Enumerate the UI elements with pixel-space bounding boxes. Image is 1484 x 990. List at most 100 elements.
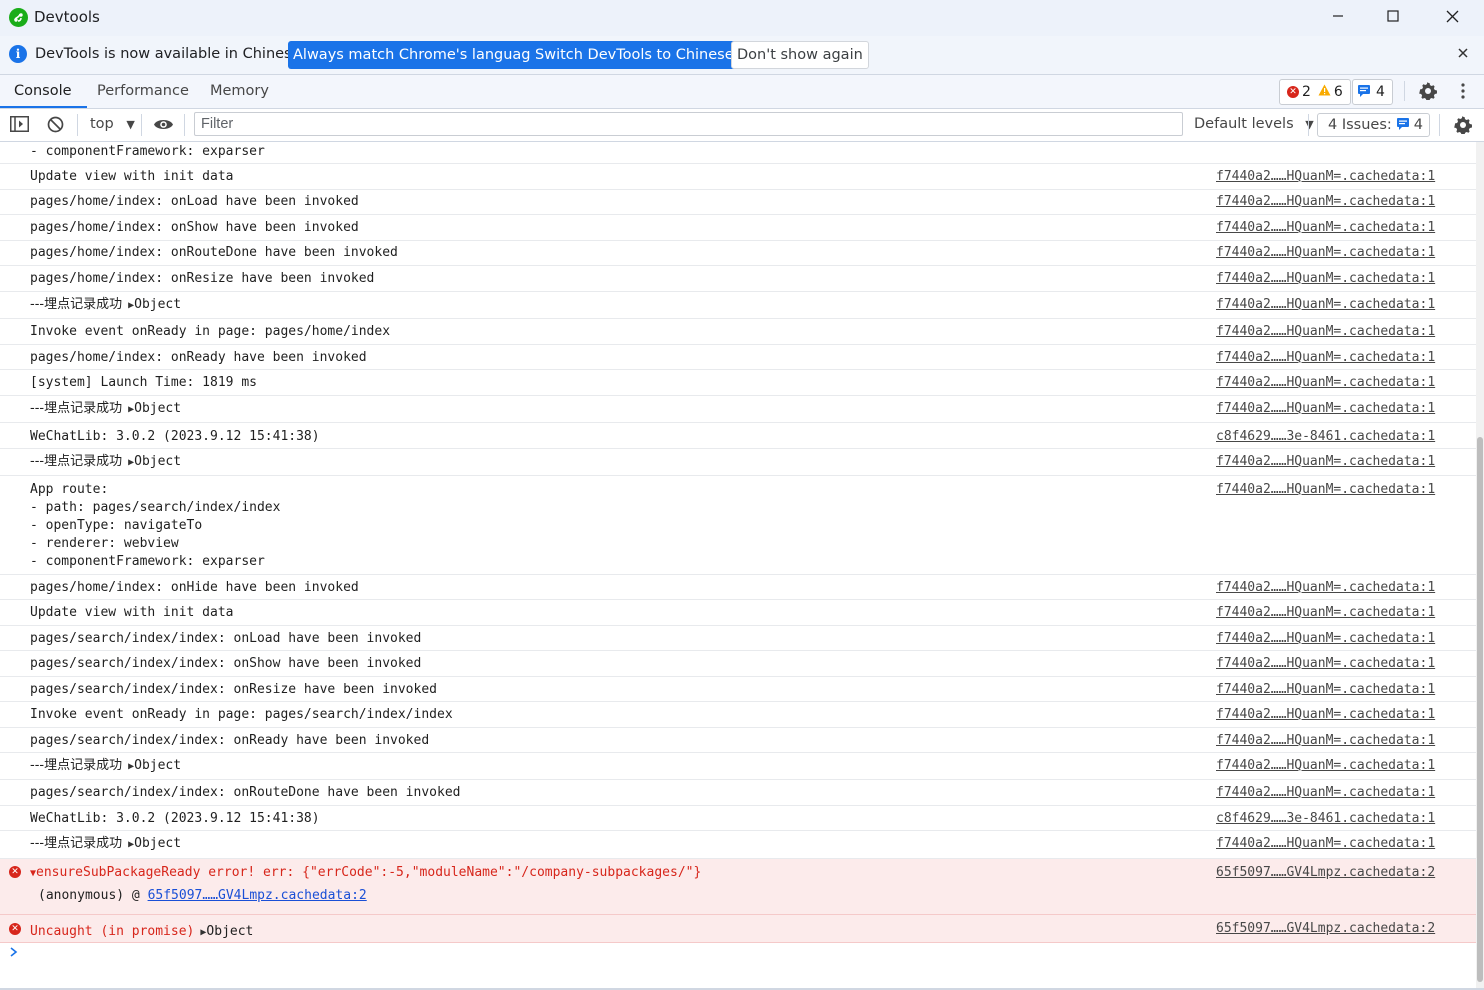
log-row[interactable]: pages/home/index: onHide have been invok… bbox=[0, 575, 1476, 600]
log-row[interactable]: - componentFramework: exparser bbox=[0, 142, 1476, 164]
expand-triangle-icon[interactable]: ▶ bbox=[122, 300, 134, 311]
log-row[interactable]: Invoke event onReady in page: pages/home… bbox=[0, 319, 1476, 345]
log-levels-dropdown[interactable]: Default levels ▼ bbox=[1194, 116, 1314, 132]
object-preview[interactable]: Object bbox=[134, 836, 181, 851]
messages-counter[interactable]: 4 bbox=[1352, 79, 1393, 105]
info-icon: i bbox=[9, 45, 27, 63]
minimize-button[interactable] bbox=[1310, 0, 1366, 36]
source-link[interactable]: f7440a2……HQuanM=.cachedata:1 bbox=[1216, 219, 1435, 237]
object-preview[interactable]: Object bbox=[134, 401, 181, 416]
source-link[interactable]: f7440a2……HQuanM=.cachedata:1 bbox=[1216, 732, 1435, 750]
log-row[interactable]: Update view with init data f7440a2……HQuan… bbox=[0, 164, 1476, 190]
console-prompt[interactable] bbox=[10, 945, 18, 961]
log-row[interactable]: pages/search/index/index: onShow have be… bbox=[0, 651, 1476, 677]
source-link[interactable]: c8f4629……3e-8461.cachedata:1 bbox=[1216, 428, 1435, 446]
log-row[interactable]: ---埋点记录成功 ▶Object f7440a2……HQuanM=.cached… bbox=[0, 449, 1476, 476]
log-row[interactable]: pages/search/index/index: onRouteDone ha… bbox=[0, 780, 1476, 806]
issues-button[interactable]: 4 Issues: 4 bbox=[1317, 113, 1431, 137]
log-row[interactable]: pages/home/index: onLoad have been invok… bbox=[0, 190, 1476, 215]
source-link[interactable]: f7440a2……HQuanM=.cachedata:1 bbox=[1216, 757, 1435, 775]
issues-label: 4 Issues: bbox=[1328, 117, 1392, 133]
always-match-language-button[interactable]: Always match Chrome's language bbox=[288, 41, 545, 69]
log-row[interactable]: pages/search/index/index: onReady have b… bbox=[0, 728, 1476, 753]
maximize-button[interactable] bbox=[1365, 0, 1421, 36]
expand-triangle-icon[interactable]: ▶ bbox=[122, 839, 134, 850]
log-row[interactable]: pages/home/index: onResize have been inv… bbox=[0, 266, 1476, 292]
source-link[interactable]: f7440a2……HQuanM=.cachedata:1 bbox=[1216, 270, 1435, 288]
close-window-button[interactable] bbox=[1424, 0, 1480, 36]
log-row[interactable]: pages/home/index: onShow have been invok… bbox=[0, 215, 1476, 241]
log-row[interactable]: Update view with init data f7440a2……HQuan… bbox=[0, 600, 1476, 626]
log-row[interactable]: ---埋点记录成功 ▶Object f7440a2……HQuanM=.cached… bbox=[0, 396, 1476, 423]
source-link[interactable]: f7440a2……HQuanM=.cachedata:1 bbox=[1216, 706, 1435, 724]
log-text: Update view with init data bbox=[30, 169, 234, 184]
source-link[interactable]: f7440a2……HQuanM=.cachedata:1 bbox=[1216, 579, 1435, 597]
console-messages[interactable]: - componentFramework: exparser Update vie… bbox=[0, 142, 1476, 988]
filter-input[interactable] bbox=[195, 113, 1182, 135]
eye-icon[interactable] bbox=[153, 118, 174, 135]
log-message: pages/home/index: onLoad have been invok… bbox=[30, 193, 359, 211]
console-settings-gear-icon[interactable] bbox=[1454, 116, 1473, 138]
source-link[interactable]: f7440a2……HQuanM=.cachedata:1 bbox=[1216, 400, 1435, 418]
source-link[interactable]: f7440a2……HQuanM=.cachedata:1 bbox=[1216, 193, 1435, 211]
object-preview[interactable]: Object bbox=[134, 758, 181, 773]
log-row[interactable]: pages/home/index: onReady have been invo… bbox=[0, 345, 1476, 370]
source-link[interactable]: f7440a2……HQuanM=.cachedata:1 bbox=[1216, 784, 1435, 802]
console-scrollbar[interactable] bbox=[1476, 142, 1484, 988]
switch-to-chinese-button[interactable]: Switch DevTools to Chinese bbox=[530, 41, 739, 69]
log-row[interactable]: WeChatLib: 3.0.2 (2023.9.12 15:41:38) c8f… bbox=[0, 806, 1476, 831]
source-link[interactable]: f7440a2……HQuanM=.cachedata:1 bbox=[1216, 481, 1435, 499]
settings-gear-icon[interactable] bbox=[1419, 82, 1438, 104]
log-message: WeChatLib: 3.0.2 (2023.9.12 15:41:38) bbox=[30, 428, 320, 446]
log-row[interactable]: pages/search/index/index: onLoad have be… bbox=[0, 626, 1476, 651]
console-toolbar: top ▼ Default levels ▼ 4 Issues: 4 bbox=[0, 109, 1484, 142]
clear-console-icon[interactable] bbox=[47, 116, 64, 137]
tab-console[interactable]: Console bbox=[0, 75, 87, 108]
infobar-close-icon[interactable] bbox=[1458, 46, 1468, 62]
dont-show-again-button[interactable]: Don't show again bbox=[731, 41, 869, 69]
log-row[interactable]: pages/home/index: onRouteDone have been … bbox=[0, 241, 1476, 266]
log-row[interactable]: WeChatLib: 3.0.2 (2023.9.12 15:41:38) c8f… bbox=[0, 423, 1476, 449]
source-link[interactable]: f7440a2……HQuanM=.cachedata:1 bbox=[1216, 168, 1435, 186]
scrollbar-thumb[interactable] bbox=[1477, 437, 1483, 982]
log-row[interactable]: Invoke event onReady in page: pages/sear… bbox=[0, 702, 1476, 728]
object-preview[interactable]: Object bbox=[206, 924, 253, 939]
log-row[interactable]: ---埋点记录成功 ▶Object f7440a2……HQuanM=.cached… bbox=[0, 831, 1476, 859]
more-options-icon[interactable] bbox=[1461, 83, 1465, 103]
tab-performance[interactable]: Performance bbox=[97, 75, 189, 108]
source-link[interactable]: f7440a2……HQuanM=.cachedata:1 bbox=[1216, 374, 1435, 392]
source-link[interactable]: 65f5097……GV4Lmpz.cachedata:2 bbox=[1216, 920, 1435, 938]
tab-memory[interactable]: Memory bbox=[210, 75, 269, 108]
log-row[interactable]: ---埋点记录成功 ▶Object f7440a2……HQuanM=.cached… bbox=[0, 753, 1476, 780]
source-link[interactable]: f7440a2……HQuanM=.cachedata:1 bbox=[1216, 453, 1435, 471]
expand-triangle-icon[interactable]: ▶ bbox=[122, 404, 134, 415]
expand-triangle-icon[interactable]: ▶ bbox=[122, 761, 134, 772]
source-link[interactable]: f7440a2……HQuanM=.cachedata:1 bbox=[1216, 655, 1435, 673]
log-text: pages/home/index: onShow have been invok… bbox=[30, 220, 359, 235]
source-link[interactable]: f7440a2……HQuanM=.cachedata:1 bbox=[1216, 244, 1435, 262]
object-preview[interactable]: Object bbox=[134, 297, 181, 312]
object-preview[interactable]: Object bbox=[134, 454, 181, 469]
error-warning-counter[interactable]: ✕ 2 6 bbox=[1279, 79, 1351, 105]
context-selector[interactable]: top ▼ bbox=[90, 116, 135, 132]
source-link[interactable]: f7440a2……HQuanM=.cachedata:1 bbox=[1216, 604, 1435, 622]
stack-frame-link[interactable]: 65f5097……GV4Lmpz.cachedata:2 bbox=[148, 888, 367, 903]
expand-triangle-icon[interactable]: ▶ bbox=[194, 927, 206, 938]
expand-triangle-icon[interactable]: ▶ bbox=[122, 457, 134, 468]
source-link[interactable]: f7440a2……HQuanM=.cachedata:1 bbox=[1216, 681, 1435, 699]
source-link[interactable]: f7440a2……HQuanM=.cachedata:1 bbox=[1216, 323, 1435, 341]
source-link[interactable]: f7440a2……HQuanM=.cachedata:1 bbox=[1216, 349, 1435, 367]
log-row[interactable]: App route: - path: pages/search/index/in… bbox=[0, 476, 1476, 575]
source-link[interactable]: c8f4629……3e-8461.cachedata:1 bbox=[1216, 810, 1435, 828]
error-row[interactable]: ✕ ▼ensureSubPackageReady error! err: {"er… bbox=[0, 859, 1476, 915]
source-link[interactable]: 65f5097……GV4Lmpz.cachedata:2 bbox=[1216, 864, 1435, 882]
sidebar-toggle-icon[interactable] bbox=[10, 116, 29, 136]
source-link[interactable]: f7440a2……HQuanM=.cachedata:1 bbox=[1216, 835, 1435, 853]
log-row[interactable]: pages/search/index/index: onResize have … bbox=[0, 677, 1476, 702]
log-row[interactable]: ---埋点记录成功 ▶Object f7440a2……HQuanM=.cached… bbox=[0, 292, 1476, 319]
error-row[interactable]: ✕ Uncaught (in promise) ▶Object 65f5097……G… bbox=[0, 915, 1476, 943]
source-link[interactable]: f7440a2……HQuanM=.cachedata:1 bbox=[1216, 630, 1435, 648]
log-message: pages/search/index/index: onResize have … bbox=[30, 681, 437, 699]
source-link[interactable]: f7440a2……HQuanM=.cachedata:1 bbox=[1216, 296, 1435, 314]
log-row[interactable]: [system] Launch Time: 1819 ms f7440a2……HQ… bbox=[0, 370, 1476, 396]
